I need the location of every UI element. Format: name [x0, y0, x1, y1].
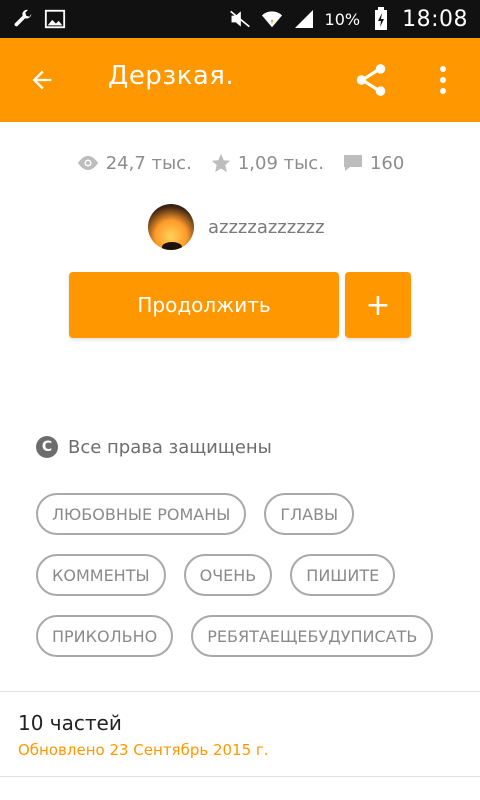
battery-charging-icon: [370, 7, 392, 30]
story-stats: 24,7 тыс. 1,09 тыс. 160: [0, 152, 480, 174]
status-bar-left: [12, 8, 66, 30]
tag-chip[interactable]: ГЛАВЫ: [264, 493, 355, 535]
author-avatar[interactable]: [148, 204, 194, 250]
mute-icon: [229, 8, 251, 30]
back-arrow-icon: [32, 70, 52, 90]
comments-count: 160: [369, 152, 405, 174]
add-to-library-button[interactable]: +: [345, 272, 411, 338]
clock: 18:08: [402, 6, 468, 32]
app-bar: Дерзкая.: [0, 38, 480, 122]
tag-chip[interactable]: РЕБЯТАЕЩЕБУДУПИСАТЬ: [191, 615, 434, 657]
status-bar-right: 10% 18:08: [229, 7, 468, 32]
divider: [0, 691, 480, 692]
tags-section: ЛЮБОВНЫЕ РОМАНЫ ГЛАВЫ КОММЕНТЫ ОЧЕНЬ ПИШ…: [36, 493, 456, 676]
tag-row: ПРИКОЛЬНО РЕБЯТАЕЩЕБУДУПИСАТЬ: [36, 615, 456, 657]
views-count: 24,7 тыс.: [105, 152, 192, 174]
wifi-icon: [261, 8, 283, 30]
tag-chip[interactable]: ЛЮБОВНЫЕ РОМАНЫ: [36, 493, 247, 535]
signal-icon: [293, 8, 315, 30]
eye-icon: [77, 156, 98, 170]
share-icon: [356, 64, 386, 96]
share-button[interactable]: [351, 60, 391, 100]
tag-chip[interactable]: ПРИКОЛЬНО: [36, 615, 174, 657]
copyright-text: Все права защищены: [68, 436, 272, 458]
parts-row[interactable]: 10 частей Обновлено 23 Сентябрь 2015 г.: [18, 711, 269, 759]
copyright-icon: C: [36, 436, 58, 458]
more-vert-icon: [440, 66, 446, 94]
tag-row: КОММЕНТЫ ОЧЕНЬ ПИШИТЕ: [36, 554, 456, 596]
views-stat: 24,7 тыс.: [76, 153, 192, 174]
wrench-icon: [12, 8, 34, 30]
status-bar: 10% 18:08: [0, 0, 480, 38]
tag-chip[interactable]: КОММЕНТЫ: [36, 554, 166, 596]
author-row[interactable]: azzzzazzzzzz: [148, 204, 325, 250]
tag-row: ЛЮБОВНЫЕ РОМАНЫ ГЛАВЫ: [36, 493, 456, 535]
image-icon: [44, 8, 66, 30]
story-title: Дерзкая.: [108, 61, 235, 91]
back-button[interactable]: [26, 64, 58, 96]
more-options-button[interactable]: [432, 62, 454, 98]
battery-percent: 10%: [324, 9, 361, 29]
copyright-row: C Все права защищены: [36, 436, 272, 458]
star-icon: [211, 153, 230, 173]
comment-icon: [343, 155, 362, 171]
tag-chip[interactable]: ОЧЕНЬ: [183, 554, 273, 596]
author-name[interactable]: azzzzazzzzzz: [208, 217, 325, 238]
parts-count: 10 частей: [18, 711, 122, 735]
divider: [0, 776, 480, 777]
last-updated: Обновлено 23 Сентябрь 2015 г.: [18, 741, 269, 759]
votes-count: 1,09 тыс.: [237, 152, 324, 174]
tag-chip[interactable]: ПИШИТЕ: [290, 554, 396, 596]
votes-stat: 1,09 тыс.: [210, 152, 324, 174]
comments-stat: 160: [342, 153, 404, 174]
continue-reading-button[interactable]: Продолжить: [69, 272, 339, 338]
